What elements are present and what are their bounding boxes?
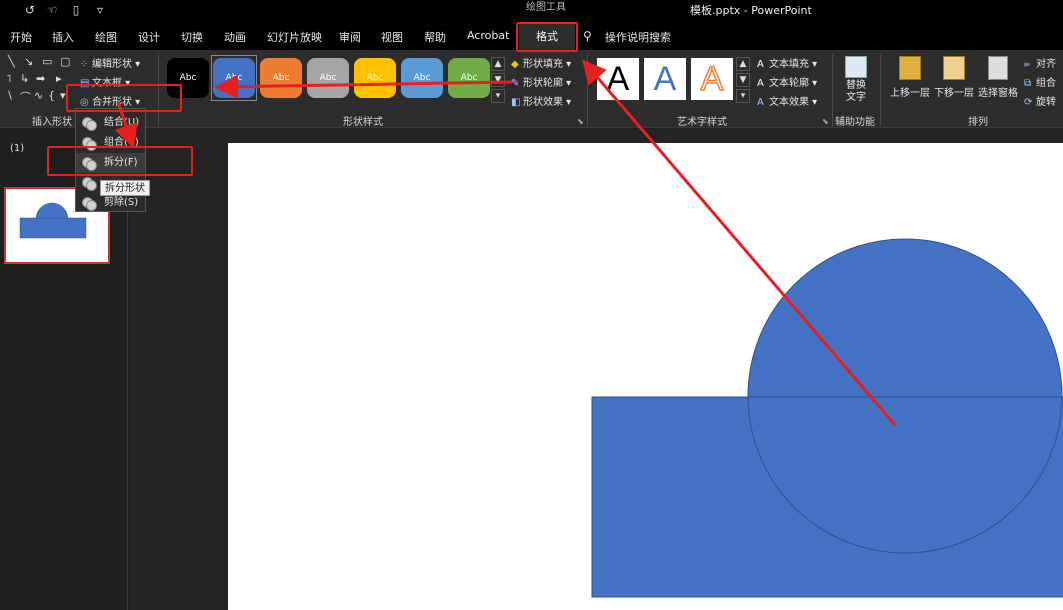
arrow-to-format-tab bbox=[582, 59, 897, 426]
arrow-to-merge-shapes bbox=[214, 74, 513, 99]
annotation-arrows bbox=[114, 59, 897, 426]
arrow-to-fragment bbox=[114, 101, 138, 149]
